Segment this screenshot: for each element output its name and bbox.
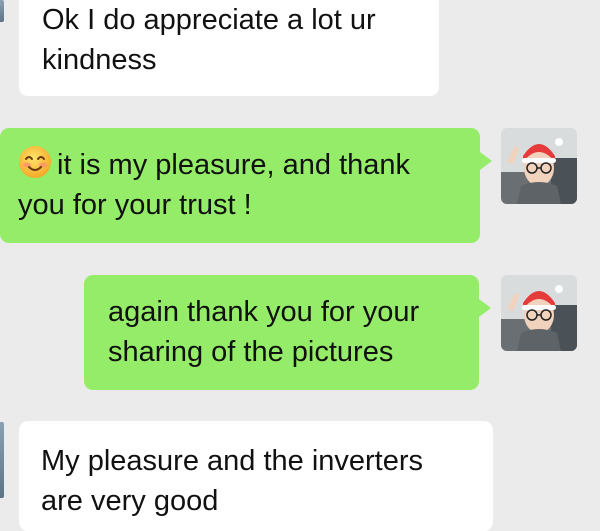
contact-avatar-edge[interactable] xyxy=(0,0,4,22)
outgoing-message-bubble[interactable]: again thank you for your sharing of the … xyxy=(84,275,491,390)
chat-thread: Ok I do appreciate a lot ur kindness it … xyxy=(0,0,600,531)
contact-avatar-edge[interactable] xyxy=(0,422,4,498)
smiling-face-emoji-icon xyxy=(19,146,51,178)
user-avatar-icon xyxy=(501,128,577,204)
message-text-line: again thank you for your xyxy=(108,296,420,328)
message-text-line: you for your trust ! xyxy=(18,189,252,221)
message-text-line: My pleasure and the inverters xyxy=(41,445,424,477)
incoming-message-bubble[interactable]: My pleasure and the inverters are very g… xyxy=(19,421,493,531)
user-avatar-icon xyxy=(501,275,577,351)
message-line-with-emoji: it is my pleasure, and thank xyxy=(18,145,464,185)
message-text-line: Ok I do appreciate a lot ur xyxy=(42,4,376,36)
message-text-line: sharing of the pictures xyxy=(108,336,394,368)
message-text-line: kindness xyxy=(42,44,157,76)
user-avatar[interactable] xyxy=(501,128,577,204)
outgoing-message-bubble[interactable]: it is my pleasure, and thank you for you… xyxy=(0,128,492,243)
message-text-line: are very good xyxy=(41,485,219,517)
user-avatar[interactable] xyxy=(501,275,577,351)
message-text: it is my pleasure, and thank xyxy=(57,149,411,181)
incoming-message-bubble[interactable]: Ok I do appreciate a lot ur kindness xyxy=(19,0,439,96)
